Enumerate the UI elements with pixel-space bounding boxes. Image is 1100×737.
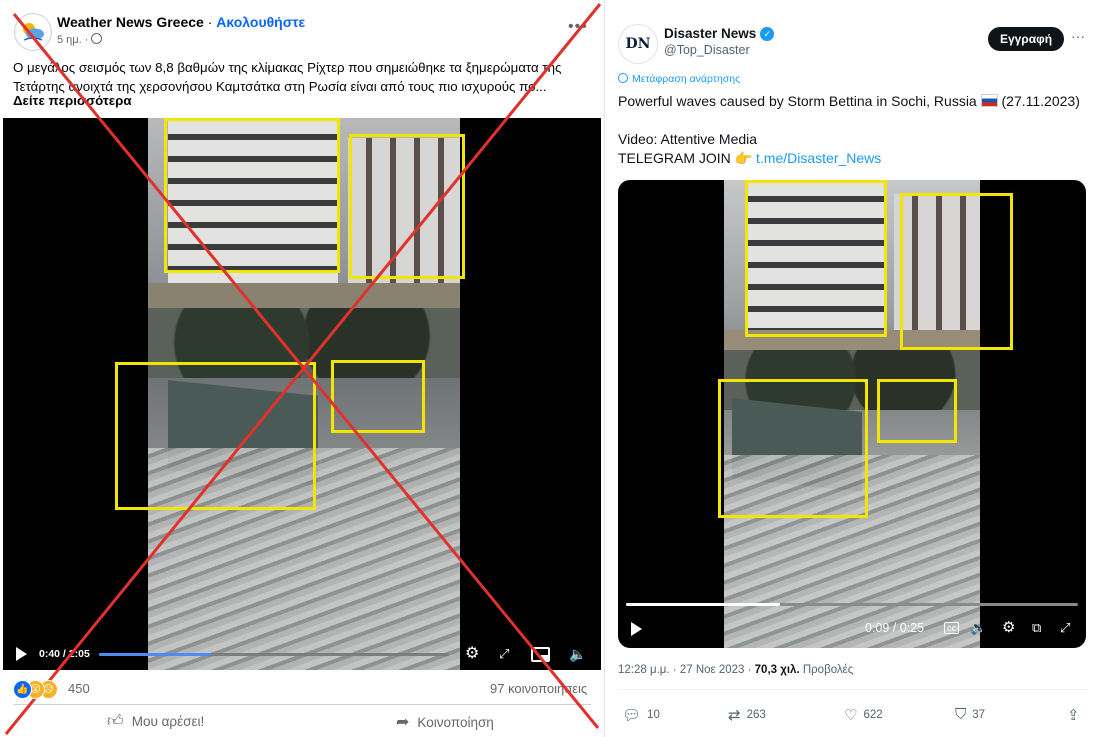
highlight-box-pergola xyxy=(115,362,316,510)
like-button[interactable]: 👍︎ Μου αρέσει! xyxy=(107,712,204,731)
telegram-link[interactable]: t.me/Disaster_News xyxy=(756,150,881,166)
video-progress-fill xyxy=(99,653,211,656)
facebook-video-player[interactable] xyxy=(3,118,601,670)
heart-icon: ♡ xyxy=(844,707,858,724)
account-handle[interactable]: @Top_Disaster xyxy=(664,43,750,57)
actions-divider xyxy=(13,704,591,705)
post-meta: 5 ημ. · xyxy=(57,33,103,46)
x-post: DN Disaster News ✓ @Top_Disaster Εγγραφή… xyxy=(605,0,1100,737)
share-icon: ⇪ xyxy=(1067,707,1080,724)
video-controls: 0:40 / 2:05 ⚙ ⤢ 🔈 xyxy=(3,640,601,670)
highlight-box-building-right xyxy=(900,193,1013,350)
stats-divider xyxy=(618,689,1088,690)
settings-icon[interactable]: ⚙ xyxy=(1002,618,1015,636)
reply-count: 10 xyxy=(647,709,660,721)
translate-label: Μετάφραση ανάρτησης xyxy=(632,73,741,85)
more-options-icon[interactable]: ••• xyxy=(568,18,588,36)
tweet-line-1: Powerful waves caused by Storm Bettina i… xyxy=(618,93,981,109)
volume-icon[interactable]: 🔈 xyxy=(970,620,986,636)
post-caption: Ο μεγάλος σεισμός των 8,8 βαθμών της κλί… xyxy=(13,60,562,94)
tweet-line-3: TELEGRAM JOIN xyxy=(618,150,735,166)
play-icon[interactable] xyxy=(631,622,642,636)
share-button[interactable]: ➦ Κοινοποίηση xyxy=(396,712,494,732)
reply-button[interactable]: 💬︎ 10 xyxy=(622,706,660,724)
tweet-meta: 12:28 μ.μ. · 27 Νοε 2023 · 70,3 χιλ. Προ… xyxy=(618,664,853,676)
more-options-icon[interactable]: ··· xyxy=(1071,28,1085,44)
video-time: 0:09 / 0:25 xyxy=(865,621,925,635)
post-time[interactable]: 5 ημ. · xyxy=(57,34,91,46)
pointing-hand-icon: 👉 xyxy=(734,150,753,166)
display-name-line: Disaster News ✓ xyxy=(664,26,775,41)
video-progress-fill xyxy=(626,603,780,606)
tweet-line-2: Video: Attentive Media xyxy=(618,131,758,147)
picture-in-picture-icon[interactable]: ⧉ xyxy=(1032,620,1041,636)
verified-badge-icon: ✓ xyxy=(760,26,775,41)
play-icon[interactable] xyxy=(16,647,27,661)
bookmark-count: 37 xyxy=(972,708,986,721)
globe-icon xyxy=(91,33,103,44)
like-count: 622 xyxy=(863,709,883,721)
highlight-box-fence xyxy=(877,379,957,443)
video-time: 0:40 / 2:05 xyxy=(39,648,90,660)
russia-flag-icon xyxy=(980,94,998,107)
views-label: Προβολές xyxy=(799,664,854,676)
fullscreen-icon[interactable]: ⤢ xyxy=(499,644,509,664)
like-reaction-icon: 👍 xyxy=(13,680,32,699)
subscribe-button[interactable]: Εγγραφή xyxy=(988,27,1064,51)
highlight-box-building xyxy=(164,118,340,273)
translate-icon xyxy=(618,73,628,83)
see-more-link[interactable]: Δείτε περισσότερα xyxy=(13,93,132,108)
repost-count: 263 xyxy=(746,709,766,721)
reactions-count[interactable]: 450 xyxy=(68,681,90,696)
name-separator: · xyxy=(203,14,217,30)
like-button[interactable]: ♡ 622 xyxy=(844,706,883,724)
follow-button[interactable]: Ακολουθήστε xyxy=(216,14,305,30)
settings-icon[interactable]: ⚙ xyxy=(465,644,479,664)
views-count: 70,3 χιλ. xyxy=(754,664,800,676)
repost-icon: ⇄ xyxy=(728,707,741,724)
display-name[interactable]: Disaster News xyxy=(664,26,756,41)
facebook-post: Weather News Greece · Ακολουθήστε 5 ημ. … xyxy=(0,0,605,737)
captions-icon[interactable]: cc xyxy=(944,622,959,634)
thumbs-up-icon: 👍︎ xyxy=(107,713,124,730)
reply-icon: 💬︎ xyxy=(622,707,642,724)
account-avatar[interactable]: DN xyxy=(618,24,658,64)
highlight-box-pergola xyxy=(718,379,868,518)
shares-count[interactable]: 97 κοινοποιήσεις xyxy=(490,681,587,696)
tweet-date: (27.11.2023) xyxy=(997,93,1080,109)
tweet-text: Powerful waves caused by Storm Bettina i… xyxy=(618,92,1098,168)
share-label: Κοινοποίηση xyxy=(417,714,494,730)
page-avatar[interactable] xyxy=(14,13,52,51)
mute-icon[interactable]: 🔈 xyxy=(569,644,586,664)
picture-in-picture-icon[interactable] xyxy=(531,644,550,665)
bookmark-button[interactable]: ⛉ 37 xyxy=(955,706,985,723)
x-video-player[interactable]: 0:09 / 0:25 cc 🔈 ⚙ ⧉ ⤢ xyxy=(618,180,1086,648)
highlight-box-building xyxy=(745,180,887,337)
like-label: Μου αρέσει! xyxy=(131,714,205,729)
highlight-box-building-right xyxy=(349,134,465,279)
page-name-line: Weather News Greece · Ακολουθήστε xyxy=(57,14,305,30)
fullscreen-icon[interactable]: ⤢ xyxy=(1060,620,1070,636)
translate-post-link[interactable]: Μετάφραση ανάρτησης xyxy=(618,73,740,85)
bookmark-icon: ⛉ xyxy=(955,706,967,723)
repost-button[interactable]: ⇄ 263 xyxy=(728,706,766,724)
share-button[interactable]: ⇪ xyxy=(1067,706,1080,724)
page-name-link[interactable]: Weather News Greece xyxy=(57,14,204,30)
share-arrow-icon: ➦ xyxy=(396,714,410,731)
tweet-timestamp[interactable]: 12:28 μ.μ. · 27 Νοε 2023 · xyxy=(618,664,755,676)
highlight-box-fence xyxy=(331,360,425,433)
